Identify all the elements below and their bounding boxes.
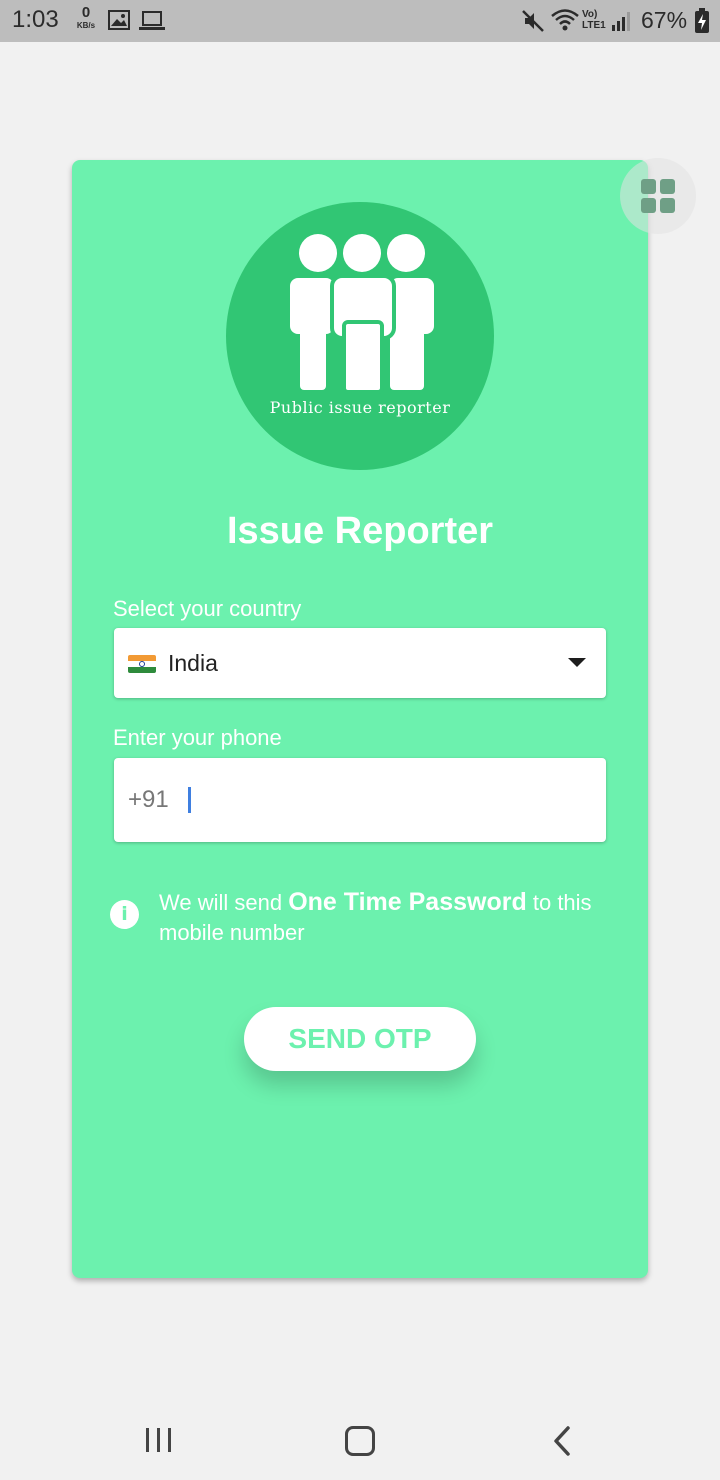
logo-text: Public issue reporter [269, 398, 451, 417]
home-button[interactable] [345, 1426, 375, 1456]
india-flag-icon [128, 655, 156, 673]
back-button[interactable] [552, 1425, 572, 1457]
otp-info-text: We will send One Time Password to this m… [159, 887, 609, 948]
country-label: Select your country [113, 596, 302, 621]
status-bar: 1:03 0 KB/s Vo) LTE1 67% [0, 0, 720, 42]
battery-charging-icon [695, 8, 709, 33]
signal-icon [612, 12, 630, 31]
grid-square [641, 179, 656, 194]
send-otp-button[interactable]: SEND OTP [244, 1007, 476, 1071]
page-title: Issue Reporter [226, 510, 494, 552]
network-speed: 0 KB/s [72, 4, 100, 31]
info-icon: i [110, 900, 139, 929]
status-time: 1:03 [12, 6, 59, 33]
battery-percent: 67% [641, 7, 688, 33]
network-speed-unit: KB/s [76, 21, 96, 30]
selected-country: India [168, 650, 218, 676]
recent-apps-button[interactable] [146, 1428, 172, 1452]
app-logo: Public issue reporter [226, 202, 494, 470]
phone-country-code: +91 [128, 786, 169, 813]
info-text-bold: One Time Password [288, 888, 527, 916]
phone-label: Enter your phone [113, 725, 282, 750]
country-dropdown[interactable]: India [114, 628, 606, 698]
network-type-label: Vo) LTE1 [582, 9, 606, 31]
people-icon [290, 234, 434, 394]
grid-square [641, 198, 656, 213]
phone-input[interactable]: +91 [114, 758, 606, 842]
image-icon [108, 10, 130, 30]
grid-square [660, 198, 675, 213]
text-cursor [188, 787, 191, 813]
laptop-icon [139, 11, 165, 30]
wifi-icon [551, 9, 579, 31]
grid-square [660, 179, 675, 194]
info-text-before: We will send [159, 890, 283, 915]
chevron-down-icon [568, 658, 586, 667]
network-speed-value: 0 [81, 4, 91, 21]
grid-menu-button[interactable] [620, 158, 696, 234]
mute-icon [522, 10, 544, 32]
